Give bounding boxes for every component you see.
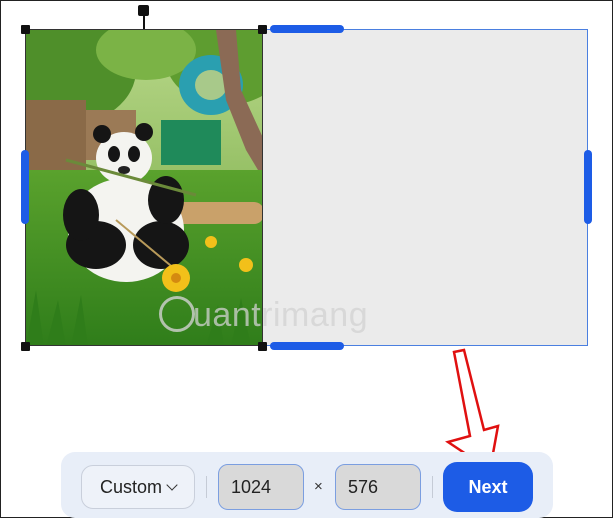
watermark-text: uantrimang	[193, 296, 369, 334]
height-input[interactable]: 576	[335, 464, 421, 510]
width-input[interactable]: 1024	[218, 464, 304, 510]
canvas-resize-handle-left[interactable]	[21, 150, 29, 224]
toolbar-divider	[432, 476, 433, 498]
corner-handle-top-left[interactable]	[21, 25, 30, 34]
corner-handle-bottom-left[interactable]	[21, 342, 30, 351]
toolbar-divider	[206, 476, 207, 498]
rotate-handle[interactable]	[138, 5, 149, 16]
corner-handle-bottom-right[interactable]	[258, 342, 267, 351]
canvas-resize-handle-top[interactable]	[270, 25, 344, 33]
next-button-label: Next	[468, 476, 508, 497]
canvas-resize-handle-bottom[interactable]	[270, 342, 344, 350]
canvas-resize-handle-right[interactable]	[584, 150, 592, 224]
rotate-handle-stem	[143, 14, 145, 29]
chevron-down-icon	[166, 479, 178, 491]
size-preset-dropdown[interactable]: Custom	[81, 465, 195, 509]
corner-handle-top-right[interactable]	[258, 25, 267, 34]
height-value: 576	[348, 476, 379, 497]
next-button[interactable]: Next	[443, 462, 533, 512]
width-value: 1024	[231, 476, 272, 497]
dimension-separator: ×	[314, 478, 323, 495]
size-preset-label: Custom	[99, 476, 162, 497]
